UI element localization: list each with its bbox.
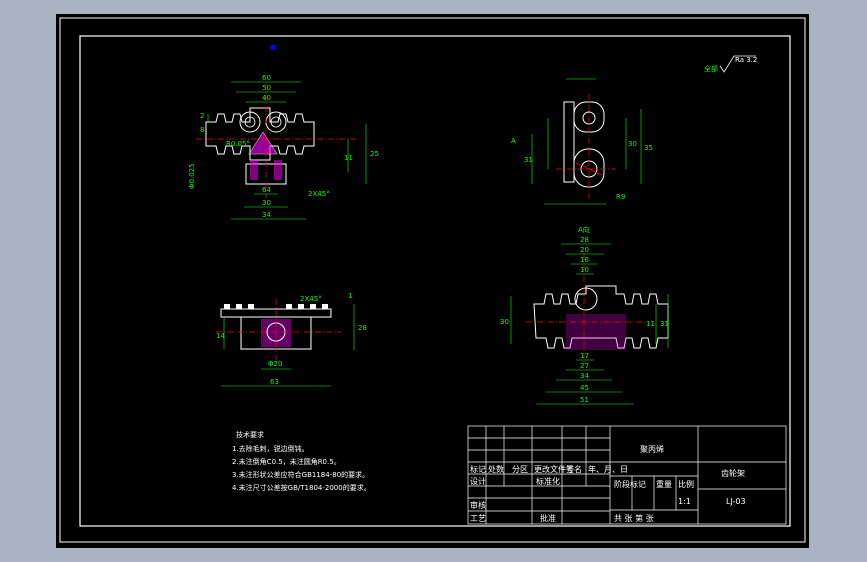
tb-scale: 比例 <box>678 479 694 489</box>
dim-14: 14 <box>216 332 225 340</box>
dim-28-sec: 28 <box>580 236 589 244</box>
drawing-sheet: ■ 全部 Ra 3.2 60 50 40 R0.05° 2 8 11 25 64… <box>59 17 806 543</box>
dim-r9: R9 <box>616 193 625 201</box>
dim-phi20: Φ20 <box>268 360 282 368</box>
dim-50: 50 <box>262 84 271 92</box>
section-mark-a: A <box>511 137 516 145</box>
note-4: 4.未注尺寸公差按GB/T1804-2000的要求。 <box>232 483 371 492</box>
tb-review: 审核 <box>470 500 486 510</box>
dim-31-sec: 31 <box>660 320 669 328</box>
dim-27: 27 <box>580 362 589 370</box>
dim-40: 40 <box>262 94 271 102</box>
dim-35: 35 <box>644 144 653 152</box>
dim-20-sec: 20 <box>580 246 589 254</box>
dim-45: 45 <box>580 384 589 392</box>
dim-2: 2 <box>200 112 204 120</box>
tb-process: 工艺 <box>470 514 486 523</box>
note-1: 1.去除毛刺，锐边倒钝。 <box>232 444 309 453</box>
dim-60: 60 <box>262 74 271 82</box>
tb-drawing-no: LJ-03 <box>726 497 746 506</box>
dim-63: 63 <box>270 378 279 386</box>
tb-scale-value: 1:1 <box>678 497 691 506</box>
dim-28-bot: 28 <box>358 324 367 332</box>
dim-chamfer: 2X45° <box>308 190 330 198</box>
dim-30-sec: 30 <box>500 318 509 326</box>
dim-51: 51 <box>580 396 589 404</box>
dim-31: 31 <box>524 156 533 164</box>
bottom-view[interactable]: 2X45° 1 28 14 Φ20 63 <box>216 292 367 387</box>
dim-25: 25 <box>370 150 379 158</box>
dim-34: 34 <box>262 211 271 219</box>
tb-header-mark: 标记 <box>470 464 486 474</box>
tb-weight: 重量 <box>656 479 672 489</box>
dim-1: 1 <box>348 292 352 300</box>
section-view[interactable]: A向 28 20 16 10 17 27 34 45 51 30 31 11 <box>500 225 669 405</box>
tb-material: 聚丙烯 <box>640 444 664 454</box>
tb-approve: 批准 <box>540 513 556 523</box>
ucs-icon: ■ <box>270 44 276 51</box>
dim-chamfer-2: 2X45° <box>300 295 322 303</box>
dim-11: 11 <box>344 154 353 162</box>
note-3: 3.未注形状公差应符合GB1184-80的要求。 <box>232 470 369 479</box>
side-view[interactable]: A 31 30 35 R9 <box>511 78 653 205</box>
dim-11-sec: 11 <box>646 320 655 328</box>
notes-title: 技术要求 <box>236 430 264 439</box>
cad-viewport[interactable]: ■ 全部 Ra 3.2 60 50 40 R0.05° 2 8 11 25 64… <box>56 14 809 548</box>
inner-border <box>79 35 791 527</box>
roughness-symbol: 全部 Ra 3.2 <box>704 55 757 73</box>
section-title: A向 <box>578 225 590 234</box>
tb-standard: 标准化 <box>536 476 560 486</box>
dim-30-side: 30 <box>628 140 637 148</box>
tb-header-zone: 分区 <box>512 465 528 474</box>
dim-34-sec: 34 <box>580 372 589 380</box>
dim-16: 16 <box>580 256 589 264</box>
tb-design: 设计 <box>470 476 486 486</box>
tb-sheet: 共 张 第 张 <box>614 513 654 523</box>
tb-header-count: 处数 <box>488 464 504 474</box>
dim-10: 10 <box>580 266 589 274</box>
tb-header-sign: 签名 <box>566 464 582 474</box>
tb-header-date: 年、月、日 <box>588 464 628 474</box>
dim-8: 8 <box>200 126 204 134</box>
roughness-value: Ra 3.2 <box>735 56 757 64</box>
tb-stage: 阶段标记 <box>614 479 646 489</box>
dim-r: R0.05° <box>226 140 250 148</box>
dim-64: 64 <box>262 186 271 194</box>
dim-30: 30 <box>262 199 271 207</box>
roughness-label: 全部 <box>704 64 718 73</box>
front-view[interactable]: 60 50 40 R0.05° 2 8 11 25 64 2X45° 30 34… <box>188 74 379 220</box>
tb-part-name: 齿轮架 <box>721 468 745 478</box>
outer-border <box>59 17 806 543</box>
dim-17: 17 <box>580 352 589 360</box>
dim-tol: Φ0.025 <box>188 163 196 189</box>
note-2: 2.未注倒角C0.5，未注圆角R0.5。 <box>232 457 341 466</box>
technical-notes: 技术要求 1.去除毛刺，锐边倒钝。 2.未注倒角C0.5，未注圆角R0.5。 3… <box>232 430 371 492</box>
